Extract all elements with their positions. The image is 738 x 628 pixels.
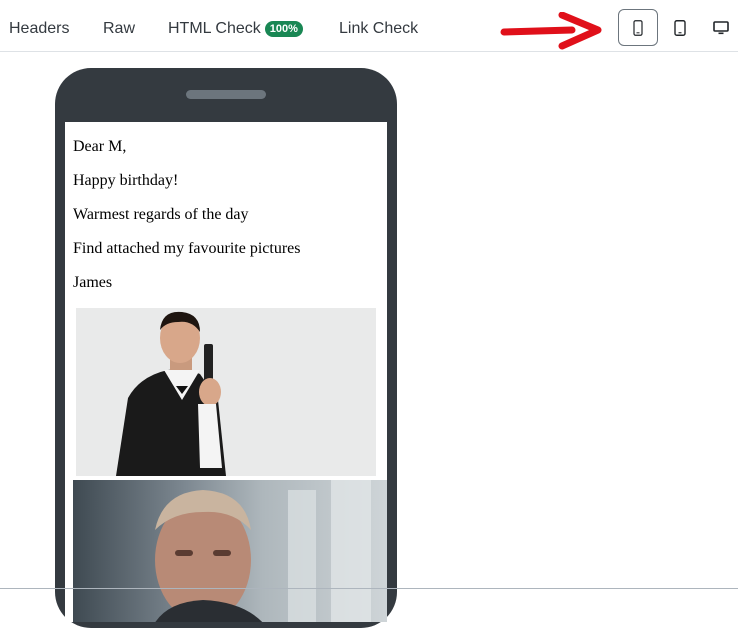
email-line: Happy birthday! [73, 172, 179, 189]
email-image-tuxedo [76, 308, 376, 476]
email-line: Find attached my favourite pictures [73, 240, 301, 257]
tab-html-check[interactable]: HTML Check 100% [168, 20, 303, 38]
tab-html-check-label: HTML Check [168, 20, 261, 37]
email-preview-screen[interactable]: Dear M, Happy birthday! Warmest regards … [65, 122, 387, 622]
mobile-icon [633, 19, 643, 36]
man-in-tuxedo-with-pistol-photo [76, 308, 376, 476]
html-check-score-badge: 100% [264, 21, 303, 37]
tab-headers[interactable]: Headers [9, 20, 69, 38]
email-image-portrait [73, 480, 387, 622]
desktop-icon [713, 20, 729, 34]
man-portrait-photo [155, 480, 371, 622]
tab-raw[interactable]: Raw [103, 20, 135, 38]
email-line: Warmest regards of the day [73, 206, 249, 223]
email-greeting: Dear M, [73, 138, 127, 155]
tablet-icon [674, 19, 686, 36]
mobile-view-button[interactable] [618, 9, 658, 46]
phone-speaker [186, 90, 266, 99]
panel-bottom-border [0, 588, 738, 589]
tab-link-check[interactable]: Link Check [339, 20, 418, 38]
preview-tabbar: Headers Raw HTML Check 100% Link Check [0, 0, 738, 52]
desktop-view-button[interactable] [701, 9, 738, 46]
red-arrow-icon [500, 12, 602, 50]
tablet-view-button[interactable] [660, 9, 700, 46]
mobile-preview-frame: Dear M, Happy birthday! Warmest regards … [55, 68, 397, 628]
email-signature: James [73, 274, 113, 291]
